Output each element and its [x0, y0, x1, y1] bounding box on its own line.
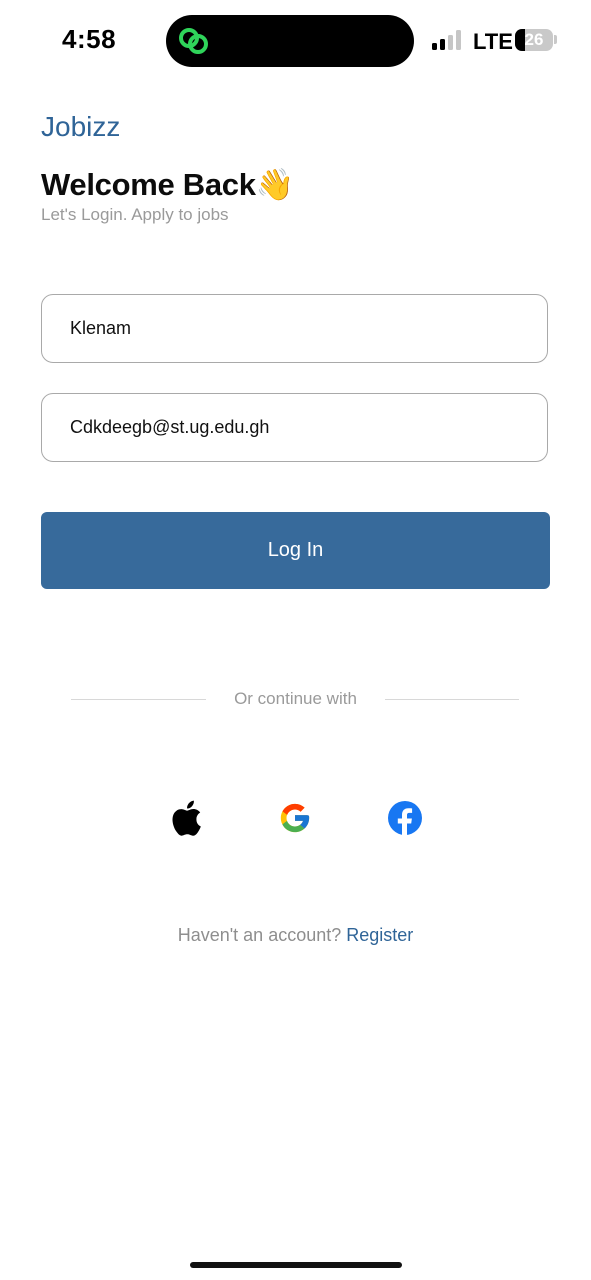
apple-login-button[interactable]: [166, 798, 206, 838]
facebook-icon: [388, 801, 422, 836]
apple-icon: [172, 800, 201, 836]
signal-bar: [440, 39, 445, 50]
page-title: Welcome Back👋: [41, 167, 294, 202]
divider-line-right: [385, 699, 519, 700]
divider-line-left: [71, 699, 206, 700]
username-input[interactable]: [70, 295, 530, 362]
battery-icon: 26: [515, 29, 553, 51]
email-input[interactable]: [70, 394, 530, 461]
google-icon: [280, 803, 310, 833]
signal-bar: [432, 43, 437, 50]
home-indicator[interactable]: [190, 1262, 402, 1268]
register-link[interactable]: Register: [346, 925, 413, 945]
battery-nub: [554, 35, 557, 44]
register-prompt: Haven't an account?: [177, 925, 342, 945]
page-subtitle: Let's Login. Apply to jobs: [41, 205, 229, 224]
signal-bar: [448, 35, 453, 50]
signal-bar: [456, 30, 461, 50]
network-label: LTE: [473, 29, 513, 54]
battery-level: 26: [524, 30, 544, 49]
google-login-button[interactable]: [275, 798, 315, 838]
link-rings-icon: [179, 28, 208, 54]
email-field[interactable]: [41, 393, 548, 462]
login-button[interactable]: Log In: [41, 512, 550, 589]
facebook-login-button[interactable]: [385, 798, 425, 838]
app-brand: Jobizz: [41, 111, 121, 142]
register-row: Haven't an account? Register: [0, 925, 591, 946]
username-field[interactable]: [41, 294, 548, 363]
cellular-signal-icon: [432, 30, 464, 50]
status-time: 4:58: [62, 24, 117, 54]
divider-text: Or continue with: [234, 689, 357, 708]
